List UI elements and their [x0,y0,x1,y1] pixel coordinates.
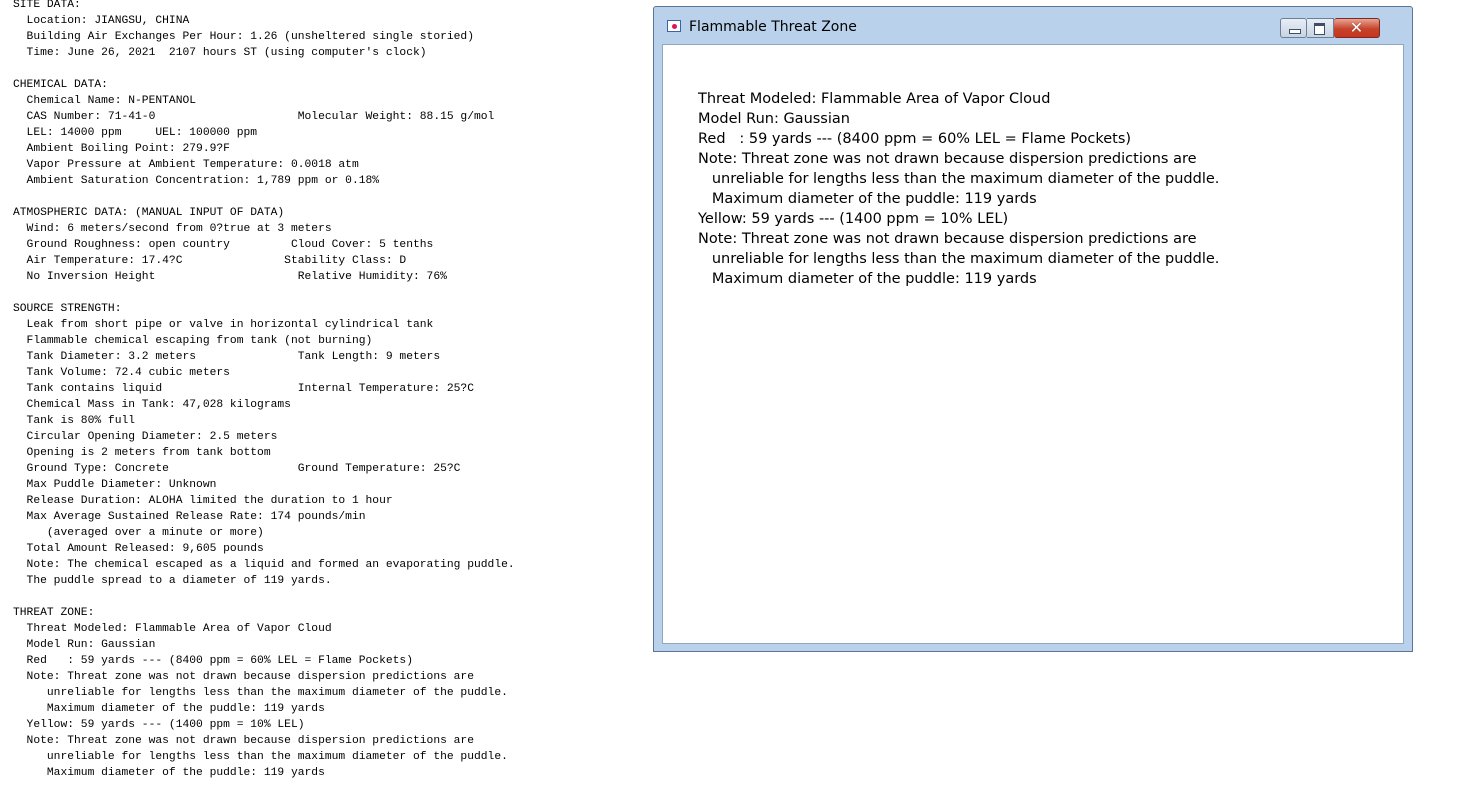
report-line: Max Average Sustained Release Rate: 174 … [13,511,366,523]
report-line: Ground Roughness: open country Cloud Cov… [13,239,434,251]
report-line [13,61,643,77]
report-line: Tank contains liquid Internal Temperatur… [13,383,474,395]
threat-zone-line: Yellow: 59 yards --- (1400 ppm = 10% LEL… [698,211,1009,227]
report-line: Maximum diameter of the puddle: 119 yard… [13,703,325,715]
aloha-app-icon[interactable] [667,20,681,32]
report-line: Yellow: 59 yards --- (1400 ppm = 10% LEL… [13,719,305,731]
report-line: Wind: 6 meters/second from 0?true at 3 m… [13,223,332,235]
threat-zone-line: Note: Threat zone was not drawn because … [698,231,1197,247]
report-line: Total Amount Released: 9,605 pounds [13,543,264,555]
report-line: Leak from short pipe or valve in horizon… [13,319,434,331]
text-summary-report: SITE DATA: Location: JIANGSU, CHINA Buil… [13,0,643,781]
flammable-threat-zone-window[interactable]: Flammable Threat Zone ✕ Threat Modeled: … [653,6,1413,652]
report-line: Model Run: Gaussian [13,639,156,651]
minimize-icon [1289,29,1301,34]
report-line: unreliable for lengths less than the max… [13,751,508,763]
threat-zone-line: Threat Modeled: Flammable Area of Vapor … [698,91,1051,107]
threat-zone-line: Note: Threat zone was not drawn because … [698,151,1197,167]
report-line: CAS Number: 71-41-0 Molecular Weight: 88… [13,111,495,123]
report-line: (averaged over a minute or more) [13,527,264,539]
report-line: Max Puddle Diameter: Unknown [13,479,217,491]
threat-zone-line: Maximum diameter of the puddle: 119 yard… [698,271,1037,287]
report-line: Note: Threat zone was not drawn because … [13,671,474,683]
threat-zone-text-area: Threat Modeled: Flammable Area of Vapor … [662,44,1404,644]
report-line: SOURCE STRENGTH: [13,303,122,315]
threat-zone-line: unreliable for lengths less than the max… [698,251,1220,267]
report-line: Red : 59 yards --- (8400 ppm = 60% LEL =… [13,655,413,667]
report-line [13,589,643,605]
report-line: Chemical Name: N-PENTANOL [13,95,197,107]
threat-zone-text: Threat Modeled: Flammable Area of Vapor … [698,89,1219,289]
report-line: SITE DATA: [13,0,81,11]
report-line: Note: Threat zone was not drawn because … [13,735,474,747]
minimize-button[interactable] [1280,18,1307,38]
report-line: Note: The chemical escaped as a liquid a… [13,559,515,571]
report-line: CHEMICAL DATA: [13,79,108,91]
report-line: No Inversion Height Relative Humidity: 7… [13,271,447,283]
report-line [13,189,643,205]
report-line: Ground Type: Concrete Ground Temperature… [13,463,461,475]
report-line: Tank Diameter: 3.2 meters Tank Length: 9… [13,351,441,363]
report-line: Building Air Exchanges Per Hour: 1.26 (u… [13,31,474,43]
report-line: Maximum diameter of the puddle: 119 yard… [13,767,325,779]
report-line [13,285,643,301]
maximize-button[interactable] [1307,18,1334,38]
report-line: Tank is 80% full [13,415,136,427]
report-line: Circular Opening Diameter: 2.5 meters [13,431,278,443]
threat-zone-line: Model Run: Gaussian [698,111,850,127]
close-button[interactable]: ✕ [1334,18,1380,38]
report-line: Chemical Mass in Tank: 47,028 kilograms [13,399,291,411]
window-title-bar[interactable]: Flammable Threat Zone ✕ [654,7,1412,45]
report-line: THREAT ZONE: [13,607,95,619]
threat-zone-line: Maximum diameter of the puddle: 119 yard… [698,191,1037,207]
report-line: Ambient Saturation Concentration: 1,789 … [13,175,380,187]
report-line: Threat Modeled: Flammable Area of Vapor … [13,623,332,635]
report-line: Opening is 2 meters from tank bottom [13,447,271,459]
threat-zone-line: Red : 59 yards --- (8400 ppm = 60% LEL =… [698,131,1132,147]
report-line: Air Temperature: 17.4?C Stability Class:… [13,255,407,267]
report-line: Vapor Pressure at Ambient Temperature: 0… [13,159,359,171]
window-title: Flammable Threat Zone [689,19,857,35]
report-line: unreliable for lengths less than the max… [13,687,508,699]
report-line: LEL: 14000 ppm UEL: 100000 ppm [13,127,258,139]
maximize-icon [1314,23,1325,35]
report-line: Location: JIANGSU, CHINA [13,15,190,27]
report-line: Flammable chemical escaping from tank (n… [13,335,373,347]
report-line: Release Duration: ALOHA limited the dura… [13,495,393,507]
report-line: Ambient Boiling Point: 279.9?F [13,143,230,155]
close-icon: ✕ [1349,18,1364,37]
report-line: The puddle spread to a diameter of 119 y… [13,575,332,587]
report-line: Tank Volume: 72.4 cubic meters [13,367,230,379]
report-line: Time: June 26, 2021 2107 hours ST (using… [13,47,427,59]
threat-zone-line: unreliable for lengths less than the max… [698,171,1220,187]
report-line: ATMOSPHERIC DATA: (MANUAL INPUT OF DATA) [13,207,285,219]
